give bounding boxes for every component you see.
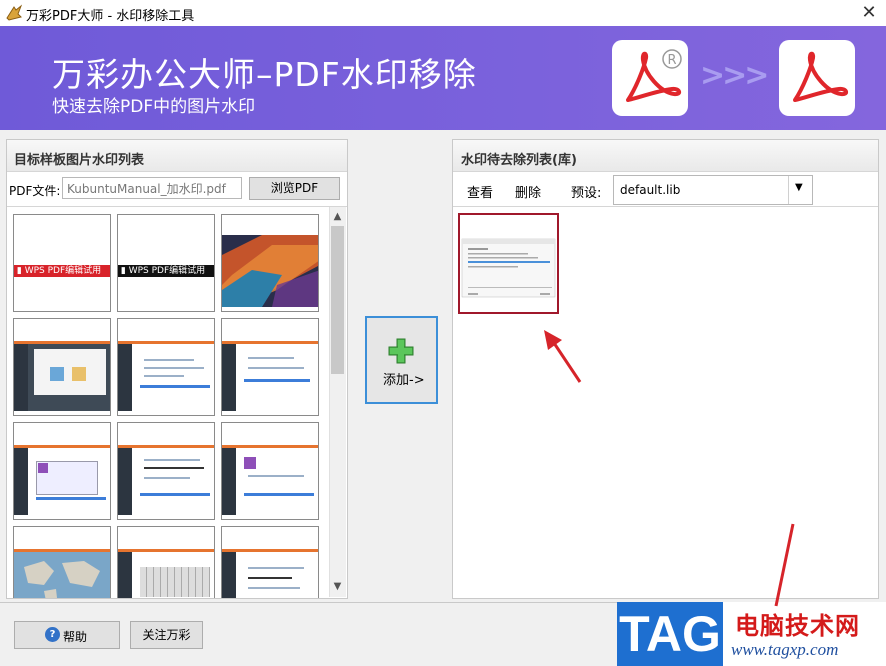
screenshot-sidebar: [14, 344, 28, 411]
scrollbar-thumb[interactable]: [331, 226, 344, 374]
pdf-logo-icon: [779, 40, 855, 116]
thumbnail-item[interactable]: [13, 422, 111, 520]
thumbnail-item[interactable]: [13, 526, 111, 598]
screenshot-sidebar: [222, 344, 236, 411]
library-item-selected[interactable]: [458, 213, 559, 314]
delete-button[interactable]: 删除: [515, 182, 541, 201]
orange-bar: [222, 341, 318, 344]
screenshot-line: [248, 367, 304, 369]
site-name: 电脑技术网: [735, 612, 860, 640]
preset-label: 预设:: [571, 186, 602, 201]
thumbnail-item[interactable]: [221, 214, 319, 312]
right-panel-title: 水印待去除列表(库): [461, 153, 577, 168]
thumbnail-item[interactable]: [221, 422, 319, 520]
wps-watermark-banner: ▮ WPS PDF编辑试用: [118, 265, 214, 277]
pdf-path-input[interactable]: [62, 177, 242, 199]
thumbnail-item[interactable]: [221, 526, 319, 598]
screenshot-line: [248, 357, 294, 359]
screenshot-sidebar: [222, 448, 236, 515]
screenshot-highlight: [140, 385, 210, 388]
orange-bar: [118, 341, 214, 344]
screenshot-line: [248, 475, 304, 477]
plus-icon: [388, 338, 414, 364]
thumbnail-grid: ▮ WPS PDF编辑试用 ▮ WPS PDF编辑试用: [7, 206, 347, 598]
screenshot-line: [144, 467, 204, 469]
svg-text:R: R: [667, 53, 676, 68]
screenshot-highlight: [244, 379, 310, 382]
orange-bar: [118, 445, 214, 448]
help-button-label: 帮助: [63, 630, 88, 644]
preset-value: default.lib: [620, 183, 681, 197]
library-item-preview: [460, 215, 557, 312]
watermark-text: WPS PDF编辑试用: [128, 266, 206, 276]
close-button[interactable]: ✕: [852, 0, 886, 26]
site-url: www.tagxp.com: [731, 640, 839, 659]
app-icon: [5, 4, 23, 22]
thumbnail-item[interactable]: ▮ WPS PDF编辑试用: [117, 214, 215, 312]
add-button-label: 添加->: [383, 373, 425, 388]
watermark-text: WPS PDF编辑试用: [24, 266, 102, 276]
pdf-file-label: PDF文件:: [9, 184, 61, 198]
screenshot-line: [248, 567, 304, 569]
follow-button[interactable]: 关注万彩: [130, 621, 203, 649]
screenshot-highlight: [140, 493, 210, 496]
screenshot-sidebar: [222, 552, 236, 598]
screenshot-line: [144, 367, 204, 369]
scroll-up-icon[interactable]: ▲: [329, 208, 346, 225]
banner-title: 万彩办公大师–PDF水印移除: [52, 55, 477, 94]
thumbnail-item[interactable]: ▮ WPS PDF编辑试用: [13, 214, 111, 312]
orange-bar: [222, 445, 318, 448]
screenshot-highlight: [36, 497, 106, 500]
thumbnail-item[interactable]: [221, 318, 319, 416]
screenshot-line: [248, 577, 292, 579]
window-title: 万彩PDF大师 - 水印移除工具: [26, 9, 195, 24]
thumbnail-item[interactable]: [13, 318, 111, 416]
dropdown-divider: [788, 176, 789, 204]
screenshot-sidebar: [118, 552, 132, 598]
wps-watermark-banner: ▮ WPS PDF编辑试用: [14, 265, 110, 277]
screenshot-graphic: [244, 457, 256, 469]
thumbnail-item[interactable]: [117, 318, 215, 416]
screenshot-graphic: [50, 367, 64, 381]
screenshot-line: [248, 587, 300, 589]
screenshot-window: [34, 349, 106, 395]
orange-bar: [118, 549, 214, 552]
browse-pdf-button[interactable]: 浏览PDF: [249, 177, 340, 200]
scroll-down-icon[interactable]: ▼: [329, 578, 346, 595]
banner-subtitle: 快速去除PDF中的图片水印: [52, 97, 256, 117]
screenshot-sidebar: [118, 448, 132, 515]
screenshot-keyboard: [140, 567, 210, 597]
convert-arrows-icon: >>>: [700, 58, 769, 93]
screenshot-highlight: [244, 493, 314, 496]
screenshot-graphic: [72, 367, 86, 381]
screenshot-line: [144, 375, 184, 377]
pdf-logo-icon-registered: R: [612, 40, 688, 116]
screenshot-sidebar: [14, 448, 28, 515]
map-land: [24, 561, 100, 598]
thumbnail-item[interactable]: [117, 526, 215, 598]
screenshot-line: [144, 459, 200, 461]
orange-bar: [14, 445, 110, 448]
thumbnail-item[interactable]: [117, 422, 215, 520]
tag-logo: TAG: [617, 602, 723, 666]
screenshot-graphic: [38, 463, 48, 473]
question-icon: ?: [45, 627, 60, 642]
screenshot-sidebar: [118, 344, 132, 411]
left-panel-title: 目标样板图片水印列表: [14, 153, 145, 168]
orange-bar: [222, 549, 318, 552]
chevron-down-icon[interactable]: ▼: [795, 182, 803, 193]
screenshot-line: [144, 359, 194, 361]
wallpaper-image: [222, 235, 318, 307]
view-button[interactable]: 查看: [467, 182, 493, 201]
screenshot-line: [144, 477, 190, 479]
